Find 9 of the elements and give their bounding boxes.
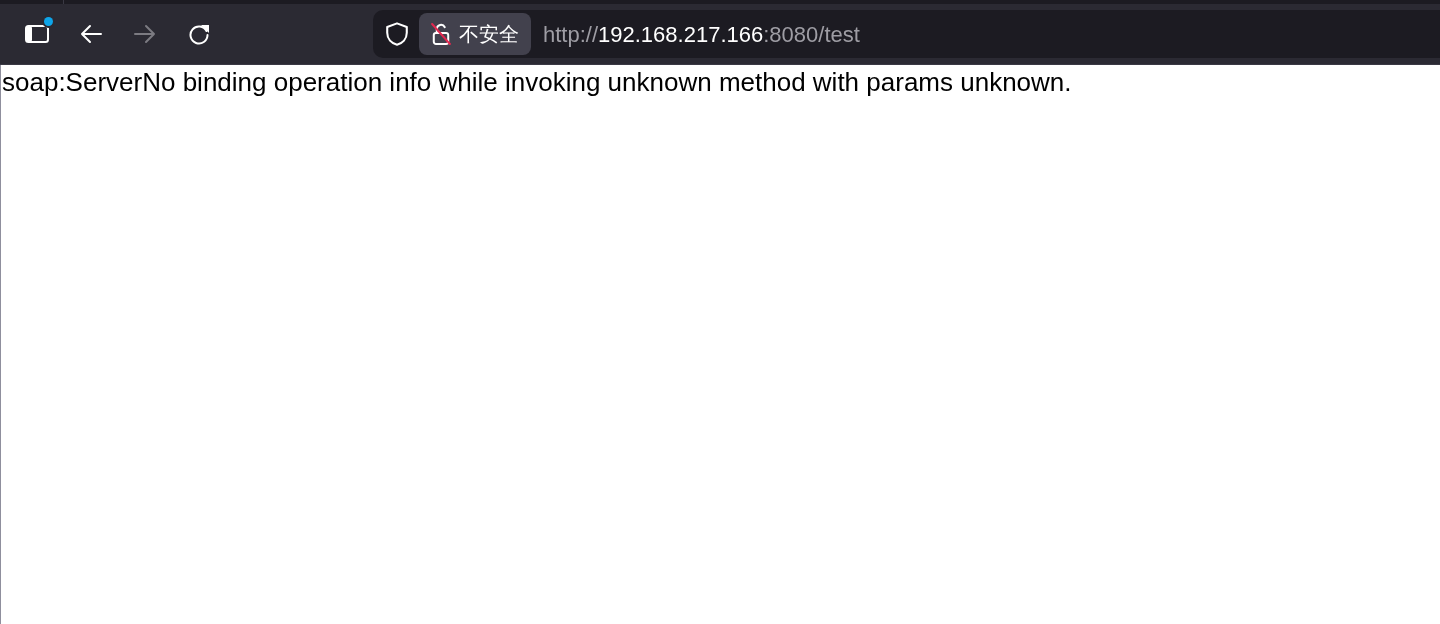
crossed-lock-icon bbox=[431, 22, 451, 46]
forward-arrow-icon bbox=[134, 24, 156, 44]
reload-icon bbox=[188, 23, 210, 45]
error-message: soap:ServerNo binding operation info while invoking unknown method with params unknown. bbox=[2, 67, 1072, 97]
back-arrow-icon bbox=[80, 24, 102, 44]
shield-icon[interactable] bbox=[386, 22, 408, 46]
url-text[interactable]: http://192.168.217.166:8080/test bbox=[543, 17, 860, 51]
sidebar-icon bbox=[25, 24, 49, 44]
security-badge[interactable]: 不安全 bbox=[419, 13, 531, 55]
